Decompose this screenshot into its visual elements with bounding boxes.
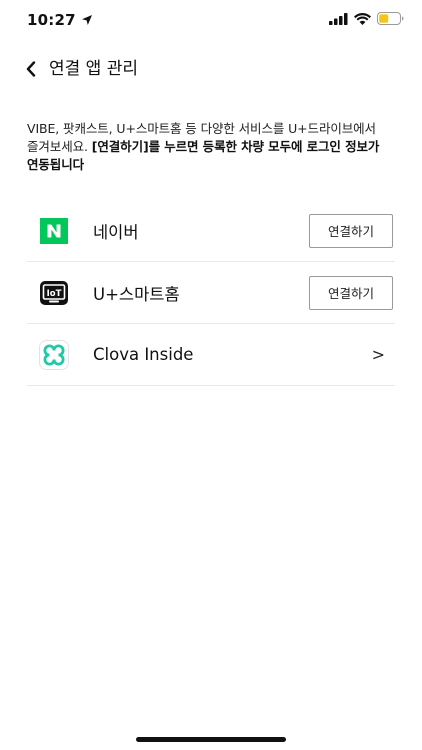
service-item-naver: 네이버 연결하기	[27, 200, 395, 262]
service-name: 네이버	[93, 222, 139, 242]
chevron-right-icon[interactable]: >	[372, 345, 385, 364]
iot-icon: IoT	[39, 278, 69, 308]
header: 연결 앱 관리	[0, 52, 422, 86]
naver-icon	[39, 216, 69, 246]
service-item-smarthome: IoT U+스마트홈 연결하기	[27, 262, 395, 324]
battery-icon	[377, 12, 404, 25]
home-indicator	[136, 737, 286, 742]
status-time: 10:27	[27, 11, 93, 29]
description-text: VIBE, 팟캐스트, U+스마트홈 등 다양한 서비스를 U+드라이브에서 즐…	[27, 120, 397, 174]
location-arrow-icon	[81, 15, 92, 25]
status-icons	[329, 12, 404, 25]
service-item-clova[interactable]: Clova Inside >	[27, 324, 395, 386]
connect-button-smarthome[interactable]: 연결하기	[309, 275, 393, 310]
cellular-signal-icon	[329, 12, 348, 25]
back-button[interactable]	[20, 57, 42, 81]
service-name: U+스마트홈	[93, 284, 180, 304]
clova-icon	[39, 339, 69, 370]
connect-button-naver[interactable]: 연결하기	[309, 213, 393, 248]
service-name: Clova Inside	[93, 345, 194, 364]
wifi-icon	[354, 12, 371, 25]
page-title: 연결 앱 관리	[49, 59, 139, 79]
time-text: 10:27	[27, 11, 76, 29]
status-bar: 10:27	[0, 0, 422, 44]
screen: 10:27 연결 앱 관리 VIBE, 팟캐스트, U+스마트홈 등 다양한 서…	[0, 0, 422, 750]
chevron-left-icon	[26, 61, 36, 77]
service-list: 네이버 연결하기 IoT U+스마트홈 연결하기 Clova Inside >	[27, 200, 395, 386]
svg-text:IoT: IoT	[47, 289, 62, 299]
